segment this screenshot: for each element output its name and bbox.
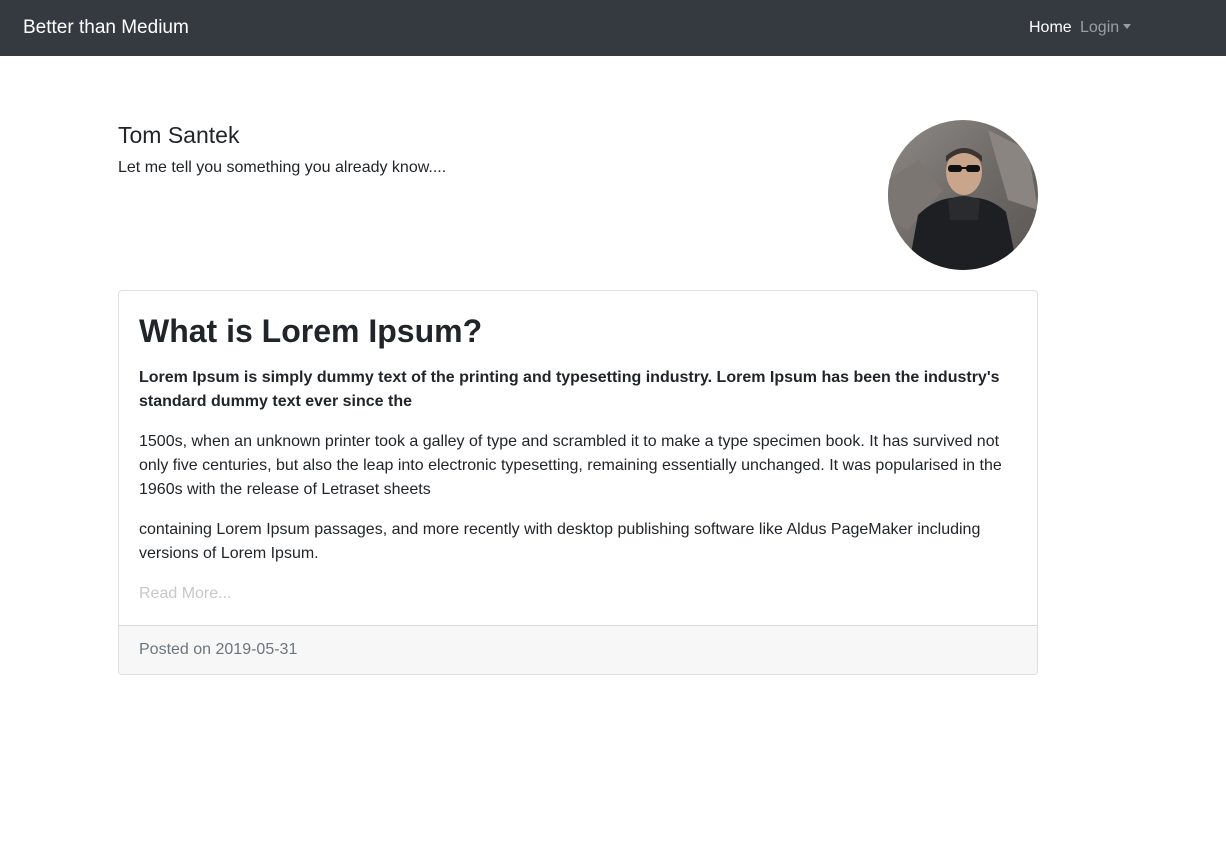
post-title: What is Lorem Ipsum?	[139, 313, 483, 349]
nav-login-dropdown[interactable]: Login	[1080, 18, 1132, 38]
nav-home-link[interactable]: Home	[1029, 18, 1072, 38]
post-card-footer: Posted on 2019-05-31	[119, 625, 1037, 674]
post-card: What is Lorem Ipsum? Lorem Ipsum is simp…	[118, 290, 1038, 675]
author-tagline: Let me tell you something you already kn…	[118, 159, 447, 176]
top-navbar: Better than Medium Home Login	[0, 0, 1226, 56]
avatar-photo	[888, 120, 1038, 270]
post-paragraph-1: 1500s, when an unknown printer took a ga…	[139, 433, 1002, 498]
nav-login-label: Login	[1080, 19, 1120, 36]
author-name: Tom Santek	[118, 122, 240, 148]
avatar	[888, 120, 1038, 270]
caret-down-icon	[1123, 24, 1132, 29]
read-more-link[interactable]: Read More...	[139, 582, 231, 606]
post-lead: Lorem Ipsum is simply dummy text of the …	[139, 369, 1000, 410]
brand-link[interactable]: Better than Medium	[23, 16, 189, 40]
post-date: Posted on 2019-05-31	[139, 641, 298, 658]
post-paragraph-2: containing Lorem Ipsum passages, and mor…	[139, 521, 981, 562]
